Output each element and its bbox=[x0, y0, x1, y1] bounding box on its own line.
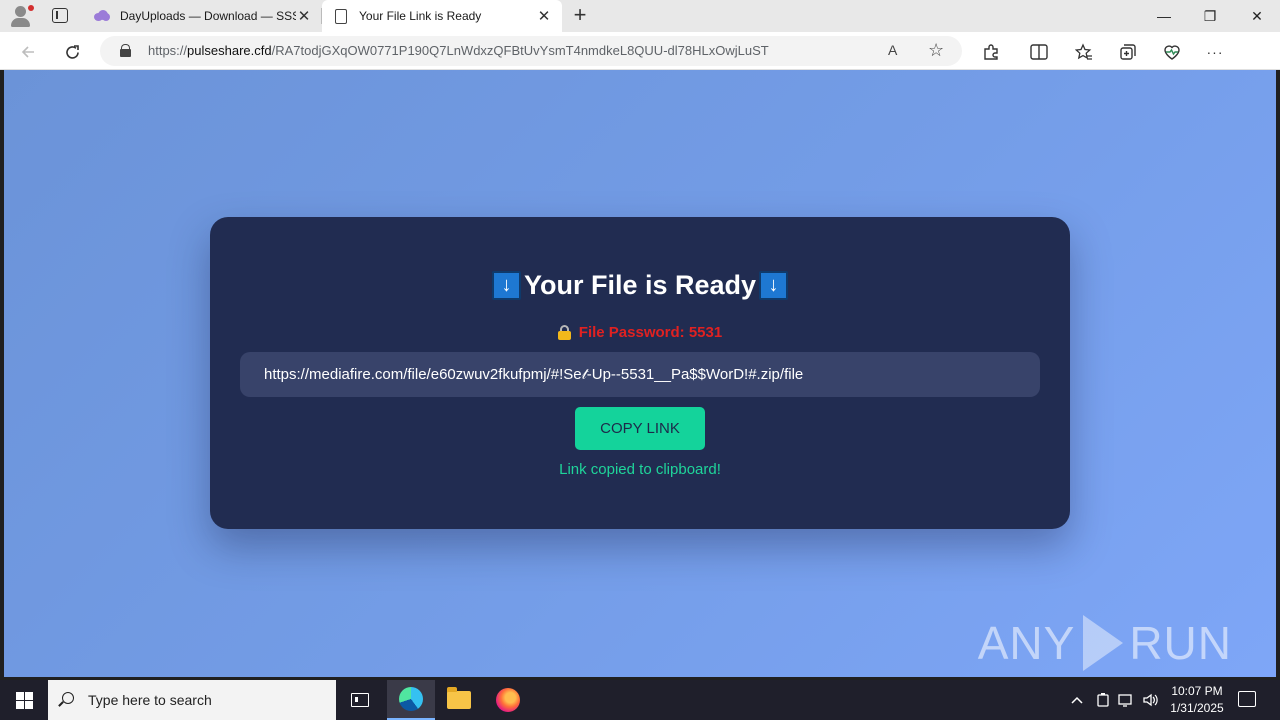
volume-icon[interactable] bbox=[1142, 680, 1160, 720]
maximize-icon[interactable]: ❐ bbox=[1187, 0, 1233, 32]
read-aloud-icon[interactable]: A bbox=[888, 42, 897, 58]
clock-date: 1/31/2025 bbox=[1170, 701, 1224, 715]
minimize-icon[interactable]: — bbox=[1141, 0, 1187, 32]
windows-logo-icon bbox=[15, 691, 33, 709]
tab-dayuploads[interactable]: DayUploads — Download — SSS ✕ bbox=[84, 0, 322, 32]
play-icon bbox=[1083, 615, 1124, 671]
collections-icon[interactable] bbox=[1117, 41, 1139, 63]
split-screen-icon[interactable] bbox=[1028, 41, 1050, 63]
file-link-field[interactable]: https://mediafire.com/file/e60zwuv2fkufp… bbox=[240, 352, 1040, 397]
anyrun-watermark: ANY RUN bbox=[977, 615, 1232, 671]
notifications-icon[interactable] bbox=[1238, 691, 1256, 707]
search-icon bbox=[62, 692, 74, 704]
taskbar-edge[interactable] bbox=[387, 680, 435, 720]
more-options-icon[interactable]: ··· bbox=[1204, 41, 1226, 63]
profile-icon[interactable] bbox=[9, 4, 35, 28]
page-icon bbox=[335, 8, 347, 24]
taskbar: Type here to search 10:07 PM 1/31/2025 bbox=[0, 680, 1280, 720]
password-text: File Password: 5531 bbox=[578, 324, 723, 341]
task-view-button[interactable] bbox=[336, 680, 384, 720]
system-clock[interactable]: 10:07 PM 1/31/2025 bbox=[1162, 683, 1232, 717]
tab-actions-icon[interactable] bbox=[52, 8, 68, 23]
favorites-icon[interactable] bbox=[1073, 41, 1095, 63]
task-view-icon bbox=[351, 693, 369, 707]
favorite-star-icon[interactable]: ☆ bbox=[928, 40, 944, 61]
browser-toolbar: https://pulseshare.cfd/RA7todjGXqOW0771P… bbox=[0, 32, 1280, 95]
back-arrow-icon[interactable] bbox=[17, 41, 39, 63]
taskbar-search[interactable]: Type here to search bbox=[48, 680, 336, 720]
tab-label: Your File Link is Ready bbox=[359, 9, 482, 23]
tab-bar: DayUploads — Download — SSS ✕ Your File … bbox=[0, 0, 1280, 32]
copy-link-button[interactable]: COPY LINK bbox=[575, 407, 705, 450]
lock-icon[interactable] bbox=[120, 44, 131, 57]
taskbar-firefox[interactable] bbox=[484, 680, 532, 720]
extensions-icon[interactable] bbox=[980, 41, 1002, 63]
taskbar-file-explorer[interactable] bbox=[435, 680, 483, 720]
performance-icon[interactable] bbox=[1161, 41, 1183, 63]
edge-icon bbox=[399, 687, 423, 711]
clock-time: 10:07 PM bbox=[1171, 684, 1223, 698]
cloud-icon bbox=[94, 8, 110, 24]
folder-icon bbox=[447, 687, 471, 709]
down-arrow-icon: ↓ bbox=[759, 271, 789, 300]
page-viewport: ↓ Your File is Ready ↓ File Password: 55… bbox=[4, 70, 1276, 677]
window-close-icon[interactable]: ✕ bbox=[1234, 0, 1280, 32]
network-icon[interactable] bbox=[1118, 680, 1136, 720]
file-password: File Password: 5531 bbox=[210, 324, 1070, 341]
address-bar[interactable]: https://pulseshare.cfd/RA7todjGXqOW0771P… bbox=[100, 36, 962, 66]
padlock-icon bbox=[557, 325, 571, 340]
new-tab-icon[interactable]: + bbox=[570, 4, 590, 26]
firefox-icon bbox=[496, 688, 520, 712]
tab-close-icon[interactable]: ✕ bbox=[536, 7, 552, 25]
download-card: ↓ Your File is Ready ↓ File Password: 55… bbox=[210, 217, 1070, 529]
page-title: ↓ Your File is Ready ↓ bbox=[210, 270, 1070, 301]
show-hidden-icons[interactable] bbox=[1070, 680, 1084, 720]
search-placeholder: Type here to search bbox=[88, 692, 212, 708]
tab-close-icon[interactable]: ✕ bbox=[296, 7, 312, 25]
start-button[interactable] bbox=[0, 680, 48, 720]
tab-file-link[interactable]: Your File Link is Ready ✕ bbox=[322, 0, 562, 32]
down-arrow-icon: ↓ bbox=[491, 271, 521, 300]
refresh-icon[interactable] bbox=[61, 41, 83, 63]
battery-icon[interactable] bbox=[1096, 680, 1110, 720]
tab-label: DayUploads — Download — SSS bbox=[120, 9, 296, 23]
copy-status-message: Link copied to clipboard! bbox=[559, 461, 721, 478]
title-text: Your File is Ready bbox=[523, 270, 757, 300]
url-text: https://pulseshare.cfd/RA7todjGXqOW0771P… bbox=[148, 43, 769, 58]
